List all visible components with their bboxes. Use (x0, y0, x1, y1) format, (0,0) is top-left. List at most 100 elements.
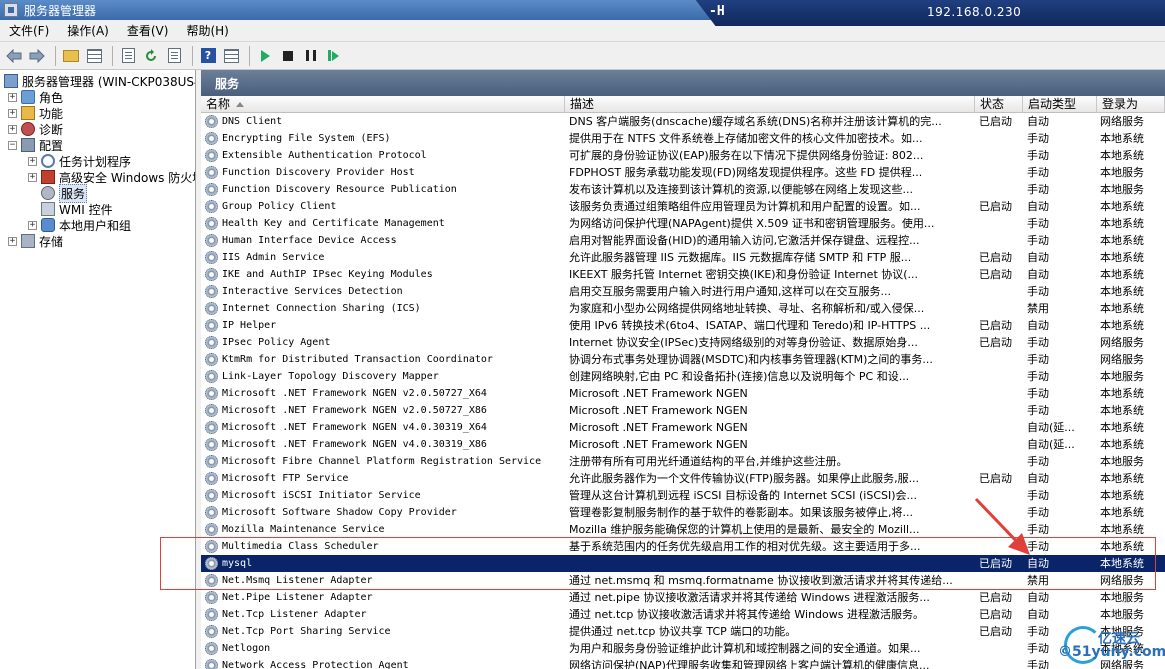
table-row[interactable]: Microsoft Software Shadow Copy Provider 管… (201, 504, 1165, 521)
table-row[interactable]: Interactive Services Detection 启用交互服务需要用户… (201, 283, 1165, 300)
service-startup-type: 手动 (1027, 370, 1049, 383)
table-row[interactable]: Microsoft .NET Framework NGEN v4.0.30319… (201, 436, 1165, 453)
tree-item-config[interactable]: − 配置 (8, 137, 63, 153)
menu-view[interactable]: 查看(V) (118, 22, 178, 39)
expand-icon[interactable]: + (8, 92, 17, 102)
back-button[interactable] (4, 46, 24, 66)
pin-icon[interactable]: -H (709, 4, 725, 19)
up-one-level-button[interactable] (61, 46, 81, 66)
tree-root[interactable]: 服务器管理器 (WIN-CKP038US4U (4, 73, 195, 89)
column-header-desc[interactable]: 描述 (565, 96, 975, 113)
tree-item-roles[interactable]: + 角色 (8, 89, 63, 105)
tree-item-storage[interactable]: + 存储 (8, 233, 63, 249)
service-name-cell: Net.Msmq Listener Adapter (205, 572, 563, 589)
table-row[interactable]: Function Discovery Provider Host FDPHOST … (201, 164, 1165, 181)
table-row[interactable]: IPsec Policy Agent Internet 协议安全(IPSec)支持… (201, 334, 1165, 351)
table-row[interactable]: Microsoft FTP Service 允许此服务器作为一个文件传输协议(FT… (201, 470, 1165, 487)
pane-title: 服务 (201, 70, 1165, 96)
menu-file[interactable]: 文件(F) (0, 22, 58, 39)
stop-service-button[interactable] (278, 46, 298, 66)
table-row[interactable]: Microsoft .NET Framework NGEN v2.0.50727… (201, 402, 1165, 419)
expand-icon[interactable]: + (28, 156, 37, 166)
export-list-button[interactable] (164, 46, 184, 66)
column-header-startup[interactable]: 启动类型 (1023, 96, 1097, 113)
expand-icon[interactable]: + (8, 108, 17, 118)
table-row[interactable]: mysql 已启动 自动 本地系统 (201, 555, 1165, 572)
tree-item-diagnostics[interactable]: + 诊断 (8, 121, 63, 137)
service-status: 已启动 (979, 251, 1012, 264)
expand-icon[interactable]: + (28, 172, 37, 182)
table-row[interactable]: Microsoft Fibre Channel Platform Registr… (201, 453, 1165, 470)
expand-icon[interactable]: + (28, 220, 37, 230)
table-row[interactable]: KtmRm for Distributed Transaction Coordi… (201, 351, 1165, 368)
pause-service-button[interactable] (301, 46, 321, 66)
service-status (979, 351, 1021, 368)
collapse-icon[interactable]: − (8, 140, 17, 150)
restart-service-button[interactable] (324, 46, 344, 66)
expand-icon[interactable]: + (8, 124, 17, 134)
service-description: 创建网络映射,它由 PC 和设备拓扑(连接)信息以及说明每个 PC 和设... (569, 370, 910, 383)
table-row[interactable]: Net.Msmq Listener Adapter 通过 net.msmq 和 m… (201, 572, 1165, 589)
tree-item-services[interactable]: 服务 (41, 183, 88, 203)
table-row[interactable]: Function Discovery Resource Publication 发… (201, 181, 1165, 198)
start-service-button[interactable] (255, 46, 275, 66)
table-row[interactable]: Internet Connection Sharing (ICS) 为家庭和小型办… (201, 300, 1165, 317)
table-row[interactable]: Mozilla Maintenance Service Mozilla 维护服务能… (201, 521, 1165, 538)
service-gear-icon (205, 200, 218, 213)
sort-ascending-icon (236, 102, 245, 107)
forward-button[interactable] (27, 46, 47, 66)
refresh-button[interactable] (141, 46, 161, 66)
table-row[interactable]: Extensible Authentication Protocol 可扩展的身份… (201, 147, 1165, 164)
service-name-cell: Net.Tcp Listener Adapter (205, 606, 563, 623)
table-row[interactable]: DNS Client DNS 客户端服务(dnscache)缓存域名系统(DNS)… (201, 113, 1165, 130)
service-logon-as: 本地系统 (1100, 302, 1144, 315)
tree-item-local-users[interactable]: + 本地用户和组 (28, 217, 131, 233)
properties-button[interactable] (118, 46, 138, 66)
table-row[interactable]: Multimedia Class Scheduler 基于系统范围内的任务优先级启… (201, 538, 1165, 555)
table-row[interactable]: Group Policy Client 该服务负责通过组策略组件应用管理员为计算机… (201, 198, 1165, 215)
tree-item-firewall[interactable]: + 高级安全 Windows 防火墙 (28, 169, 195, 185)
service-logon-as: 本地系统 (1100, 200, 1144, 213)
service-description: 使用 IPv6 转换技术(6to4、ISATAP、端口代理和 Teredo)和 … (569, 319, 931, 332)
table-row[interactable]: Health Key and Certificate Management 为网络… (201, 215, 1165, 232)
table-row[interactable]: IKE and AuthIP IPsec Keying Modules IKEEX… (201, 266, 1165, 283)
tree-item-wmi[interactable]: WMI 控件 (41, 201, 113, 217)
properties-icon (121, 48, 135, 63)
service-description: 管理卷影复制服务制作的基于软件的卷影副本。如果该服务被停止,将... (569, 506, 913, 519)
table-row[interactable]: Network Access Protection Agent 网络访问保护(NA… (201, 657, 1165, 669)
table-row[interactable]: IP Helper 使用 IPv6 转换技术(6to4、ISATAP、端口代理和 … (201, 317, 1165, 334)
column-header-name[interactable]: 名称 (201, 96, 565, 113)
service-gear-icon (205, 336, 218, 349)
menu-help[interactable]: 帮助(H) (177, 22, 237, 39)
service-name: mysql (222, 558, 253, 569)
service-description: 提供用于在 NTFS 文件系统卷上存储加密文件的核心文件加密技术。如... (569, 132, 923, 145)
service-name-cell: KtmRm for Distributed Transaction Coordi… (205, 351, 563, 368)
expand-icon[interactable]: + (8, 236, 17, 246)
show-hide-tree-button[interactable] (84, 46, 104, 66)
table-row[interactable]: Net.Pipe Listener Adapter 通过 net.pipe 协议接… (201, 589, 1165, 606)
column-header-logon[interactable]: 登录为 (1097, 96, 1165, 113)
features-icon (21, 106, 35, 120)
action-pane-button[interactable] (221, 46, 241, 66)
table-row[interactable]: Encrypting File System (EFS) 提供用于在 NTFS 文… (201, 130, 1165, 147)
services-gear-icon (41, 186, 55, 200)
tree-item-task-scheduler[interactable]: + 任务计划程序 (28, 153, 131, 169)
table-row[interactable]: Net.Tcp Port Sharing Service 提供通过 net.tcp… (201, 623, 1165, 640)
table-row[interactable]: Microsoft iSCSI Initiator Service 管理从这台计算… (201, 487, 1165, 504)
table-row[interactable]: Netlogon 为用户和服务身份验证维护此计算机和域控制器之间的安全通道。如果.… (201, 640, 1165, 657)
table-row[interactable]: IIS Admin Service 允许此服务器管理 IIS 元数据库。IIS 元… (201, 249, 1165, 266)
table-row[interactable]: Human Interface Device Access 启用对智能界面设备(H… (201, 232, 1165, 249)
column-header-status[interactable]: 状态 (975, 96, 1023, 113)
table-row[interactable]: Microsoft .NET Framework NGEN v2.0.50727… (201, 385, 1165, 402)
table-row[interactable]: Net.Tcp Listener Adapter 通过 net.tcp 协议接收激… (201, 606, 1165, 623)
help-button[interactable]: ? (198, 46, 218, 66)
table-row[interactable]: Link-Layer Topology Discovery Mapper 创建网络… (201, 368, 1165, 385)
tree-item-features[interactable]: + 功能 (8, 105, 63, 121)
menu-action[interactable]: 操作(A) (58, 22, 118, 39)
service-name-cell: Health Key and Certificate Management (205, 215, 563, 232)
table-row[interactable]: Microsoft .NET Framework NGEN v4.0.30319… (201, 419, 1165, 436)
service-startup-type: 手动 (1027, 404, 1049, 417)
service-status: 已启动 (979, 608, 1012, 621)
service-name: Microsoft Fibre Channel Platform Registr… (222, 456, 542, 467)
config-icon (21, 138, 35, 152)
